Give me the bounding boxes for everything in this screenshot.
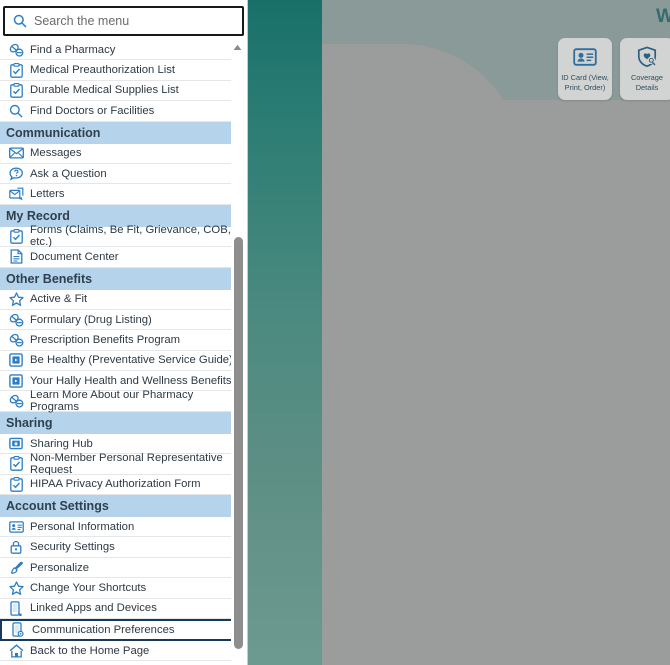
device-link-icon — [6, 601, 26, 616]
pills-icon — [6, 332, 26, 347]
menu-list: Find a Pharmacy Medical Preauthorization… — [0, 40, 240, 662]
tile-id-card[interactable]: ID Card (View, Print, Order) — [558, 38, 612, 100]
menu-item-label: Ask a Question — [30, 167, 107, 180]
menu-item-change-your-shortcuts[interactable]: Change Your Shortcuts — [0, 578, 240, 599]
menu-item-label: Communication Preferences — [32, 623, 175, 636]
menu-item-letters[interactable]: Letters — [0, 184, 240, 205]
menu-section-header: My Record — [0, 204, 240, 227]
pills-icon — [6, 394, 26, 409]
menu-item-formulary-drug-listing[interactable]: Formulary (Drug Listing) — [0, 309, 240, 331]
menu-item-label: Security Settings — [30, 541, 115, 554]
menu-item-linked-apps-and-devices[interactable]: Linked Apps and Devices — [0, 598, 240, 619]
menu-item-label: Find Doctors or Facilities — [30, 104, 155, 117]
menu-item-active-fit[interactable]: Active & Fit — [0, 289, 240, 310]
star-icon — [6, 580, 26, 595]
menu-item-label: Prescription Benefits Program — [30, 333, 181, 346]
menu-item-label: Medical Preauthorization List — [30, 64, 176, 77]
menu-section-header: Other Benefits — [0, 267, 240, 290]
pills-icon — [6, 312, 26, 327]
menu-item-ask-a-question[interactable]: Ask a Question — [0, 163, 240, 185]
menu-item-prescription-benefits-program[interactable]: Prescription Benefits Program — [0, 330, 240, 351]
menu-item-label: Non-Member Personal Representative Reque… — [30, 451, 223, 476]
tile-coverage-details[interactable]: Coverage Details — [620, 38, 670, 100]
menu-item-label: Learn More About our Pharmacy Programs — [30, 389, 194, 414]
menu-item-label: Find a Pharmacy — [30, 43, 116, 56]
clipboard-check-icon — [6, 228, 26, 244]
menu-item-personal-information[interactable]: Personal Information — [0, 517, 240, 538]
menu-item-label: Letters — [30, 188, 65, 201]
search-box[interactable] — [3, 6, 244, 36]
id-card-icon — [573, 45, 597, 69]
menu-item-label: Be Healthy (Preventative Service Guide) — [30, 354, 233, 367]
search-icon — [13, 14, 27, 28]
lock-icon — [6, 540, 26, 555]
menu-item-label: Formulary (Drug Listing) — [30, 313, 152, 326]
menu-item-medical-preauthorization-list[interactable]: Medical Preauthorization List — [0, 60, 240, 81]
envelope-icon — [6, 146, 26, 161]
menu-section-header: Communication — [0, 121, 240, 144]
menu-section-header: Sharing — [0, 411, 240, 434]
menu-item-document-center[interactable]: Document Center — [0, 247, 240, 268]
caret-up-icon[interactable] — [231, 42, 243, 52]
question-bubble-icon — [6, 166, 26, 181]
tile-label: Coverage Details — [630, 73, 664, 92]
quick-action-tiles: ID Card (View, Print, Order) Coverage De… — [558, 38, 670, 100]
menu-scroll-region: Find a Pharmacy Medical Preauthorization… — [0, 40, 248, 665]
menu-item-messages[interactable]: Messages — [0, 143, 240, 164]
menu-scrollbar-thumb[interactable] — [234, 237, 243, 649]
menu-item-label: HIPAA Privacy Authorization Form — [30, 478, 201, 491]
tile-label: ID Card (View, Print, Order) — [561, 73, 609, 92]
menu-item-label: Active & Fit — [30, 293, 88, 306]
play-box-icon — [6, 353, 26, 368]
menu-item-label: Your Hally Health and Wellness Benefits — [30, 374, 232, 387]
menu-item-label: Document Center — [30, 250, 119, 263]
menu-panel: Find a Pharmacy Medical Preauthorization… — [0, 0, 248, 665]
menu-item-back-to-the-home-page[interactable]: Back to the Home Page — [0, 640, 240, 662]
share-box-icon — [6, 436, 26, 451]
menu-section-header: Account Settings — [0, 495, 240, 518]
clipboard-check-icon — [6, 83, 26, 98]
home-icon — [6, 643, 26, 658]
menu-item-label: Change Your Shortcuts — [30, 581, 147, 594]
search-input[interactable] — [34, 14, 234, 28]
menu-item-be-healthy-preventative-service-guide[interactable]: Be Healthy (Preventative Service Guide) — [0, 350, 240, 372]
menu-item-hipaa-privacy-authorization-form[interactable]: HIPAA Privacy Authorization Form — [0, 474, 240, 496]
clipboard-check-icon — [6, 476, 26, 492]
menu-item-label: Messages — [30, 147, 82, 160]
clipboard-check-icon — [6, 456, 26, 472]
shield-heart-search-icon — [636, 45, 658, 69]
menu-item-label: Forms (Claims, Be Fit, Grievance, COB, e… — [30, 224, 231, 249]
menu-item-label: Linked Apps and Devices — [30, 602, 157, 615]
star-icon — [6, 292, 26, 307]
welcome-heading: W — [656, 6, 670, 27]
menu-item-communication-preferences[interactable]: Communication Preferences — [0, 618, 240, 641]
document-icon — [6, 249, 26, 264]
menu-item-label: Back to the Home Page — [30, 644, 150, 657]
menu-item-label: Personal Information — [30, 520, 135, 533]
pills-icon — [6, 42, 26, 57]
id-card-icon — [6, 519, 26, 534]
menu-item-find-doctors-or-facilities[interactable]: Find Doctors or Facilities — [0, 101, 240, 122]
menu-item-label: Personalize — [30, 561, 90, 574]
search-icon — [6, 103, 26, 118]
play-box-icon — [6, 373, 26, 388]
teal-side-band — [248, 0, 322, 665]
menu-item-security-settings[interactable]: Security Settings — [0, 537, 240, 558]
menu-item-non-member-personal-representative-request[interactable]: Non-Member Personal Representative Reque… — [0, 451, 240, 476]
clipboard-check-icon — [6, 62, 26, 78]
menu-item-durable-medical-supplies-list[interactable]: Durable Medical Supplies List — [0, 80, 240, 102]
menu-item-personalize[interactable]: Personalize — [0, 557, 240, 579]
menu-item-label: Sharing Hub — [30, 437, 93, 450]
menu-item-find-a-pharmacy[interactable]: Find a Pharmacy — [0, 40, 240, 61]
paintbrush-icon — [6, 560, 26, 575]
menu-item-label: Durable Medical Supplies List — [30, 84, 179, 97]
letters-icon — [6, 187, 26, 202]
menu-item-learn-more-about-our-pharmacy-programs[interactable]: Learn More About our Pharmacy Programs — [0, 389, 240, 414]
device-gear-icon — [8, 622, 28, 638]
menu-item-forms-claims-be-fit-grievance-cob-etc[interactable]: Forms (Claims, Be Fit, Grievance, COB, e… — [0, 224, 240, 249]
app-root: W ID Card (View, Print, Order) Coverage … — [0, 0, 670, 665]
